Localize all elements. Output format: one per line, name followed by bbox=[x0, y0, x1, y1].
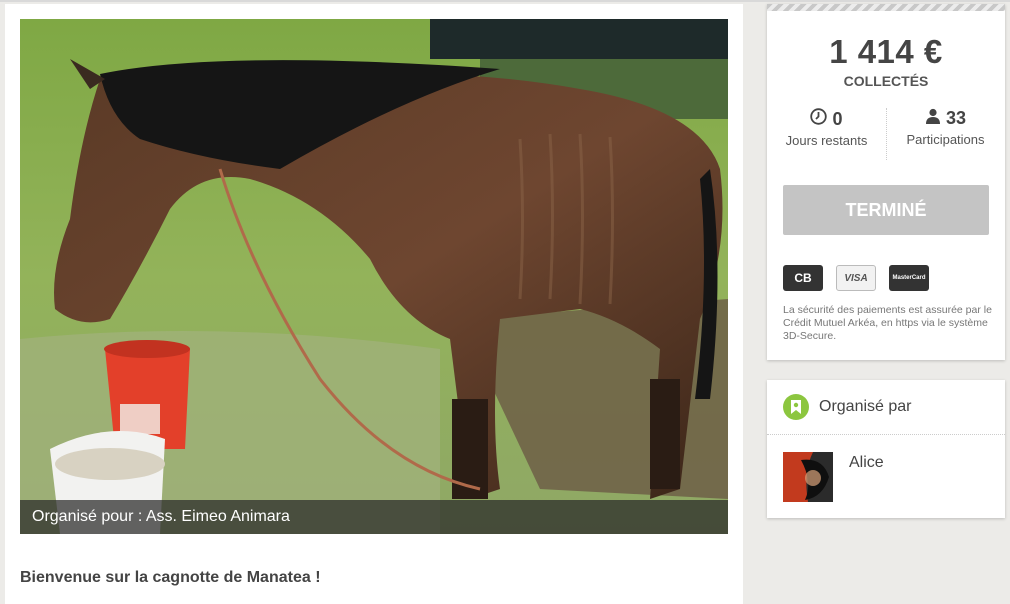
cb-logo: CB bbox=[783, 265, 823, 291]
participants-label: Participations bbox=[906, 132, 985, 147]
campaign-photo: Organisé pour : Ass. Eimeo Animara bbox=[20, 19, 728, 534]
amount-collected: 1 414 € bbox=[829, 33, 943, 70]
organizer-card: Organisé par Alice bbox=[767, 380, 1005, 518]
organizer-name[interactable]: Alice bbox=[849, 454, 884, 472]
days-left-label: Jours restants bbox=[785, 133, 868, 148]
days-left-value: 0 bbox=[832, 108, 843, 129]
top-border bbox=[0, 0, 1010, 2]
organized-for-caption: Organisé pour : Ass. Eimeo Animara bbox=[20, 500, 728, 534]
card-stripe bbox=[767, 4, 1005, 11]
visa-logo: VISA bbox=[836, 265, 876, 291]
participants-stat: 33 Participations bbox=[886, 108, 1005, 147]
participants-value: 33 bbox=[945, 108, 967, 128]
payment-logos: CB VISA MasterCard bbox=[783, 265, 929, 291]
ended-status-button[interactable]: TERMINÉ bbox=[783, 185, 989, 235]
days-left-stat: 0 Jours restants bbox=[767, 108, 886, 148]
amount-label: COLLECTÉS bbox=[843, 73, 929, 89]
horse-photo-illustration bbox=[20, 19, 728, 534]
welcome-heading: Bienvenue sur la cagnotte de Manatea ! bbox=[20, 569, 321, 586]
person-icon bbox=[925, 108, 941, 129]
payment-security-text: La sécurité des paiements est assurée pa… bbox=[783, 304, 992, 342]
main-content: Organisé pour : Ass. Eimeo Animara Bienv… bbox=[5, 4, 743, 604]
clock-icon bbox=[810, 108, 828, 130]
organizer-title: Organisé par bbox=[819, 398, 912, 415]
stats-row: 0 Jours restants 33 Participations bbox=[767, 108, 1005, 160]
funding-card: 1 414 € COLLECTÉS 0 Jours restants 33 Pa… bbox=[767, 4, 1005, 360]
mastercard-logo: MasterCard bbox=[889, 265, 929, 291]
ribbon-badge-icon bbox=[783, 394, 809, 420]
organizer-avatar[interactable] bbox=[783, 452, 833, 502]
organizer-header: Organisé par bbox=[767, 380, 1005, 435]
